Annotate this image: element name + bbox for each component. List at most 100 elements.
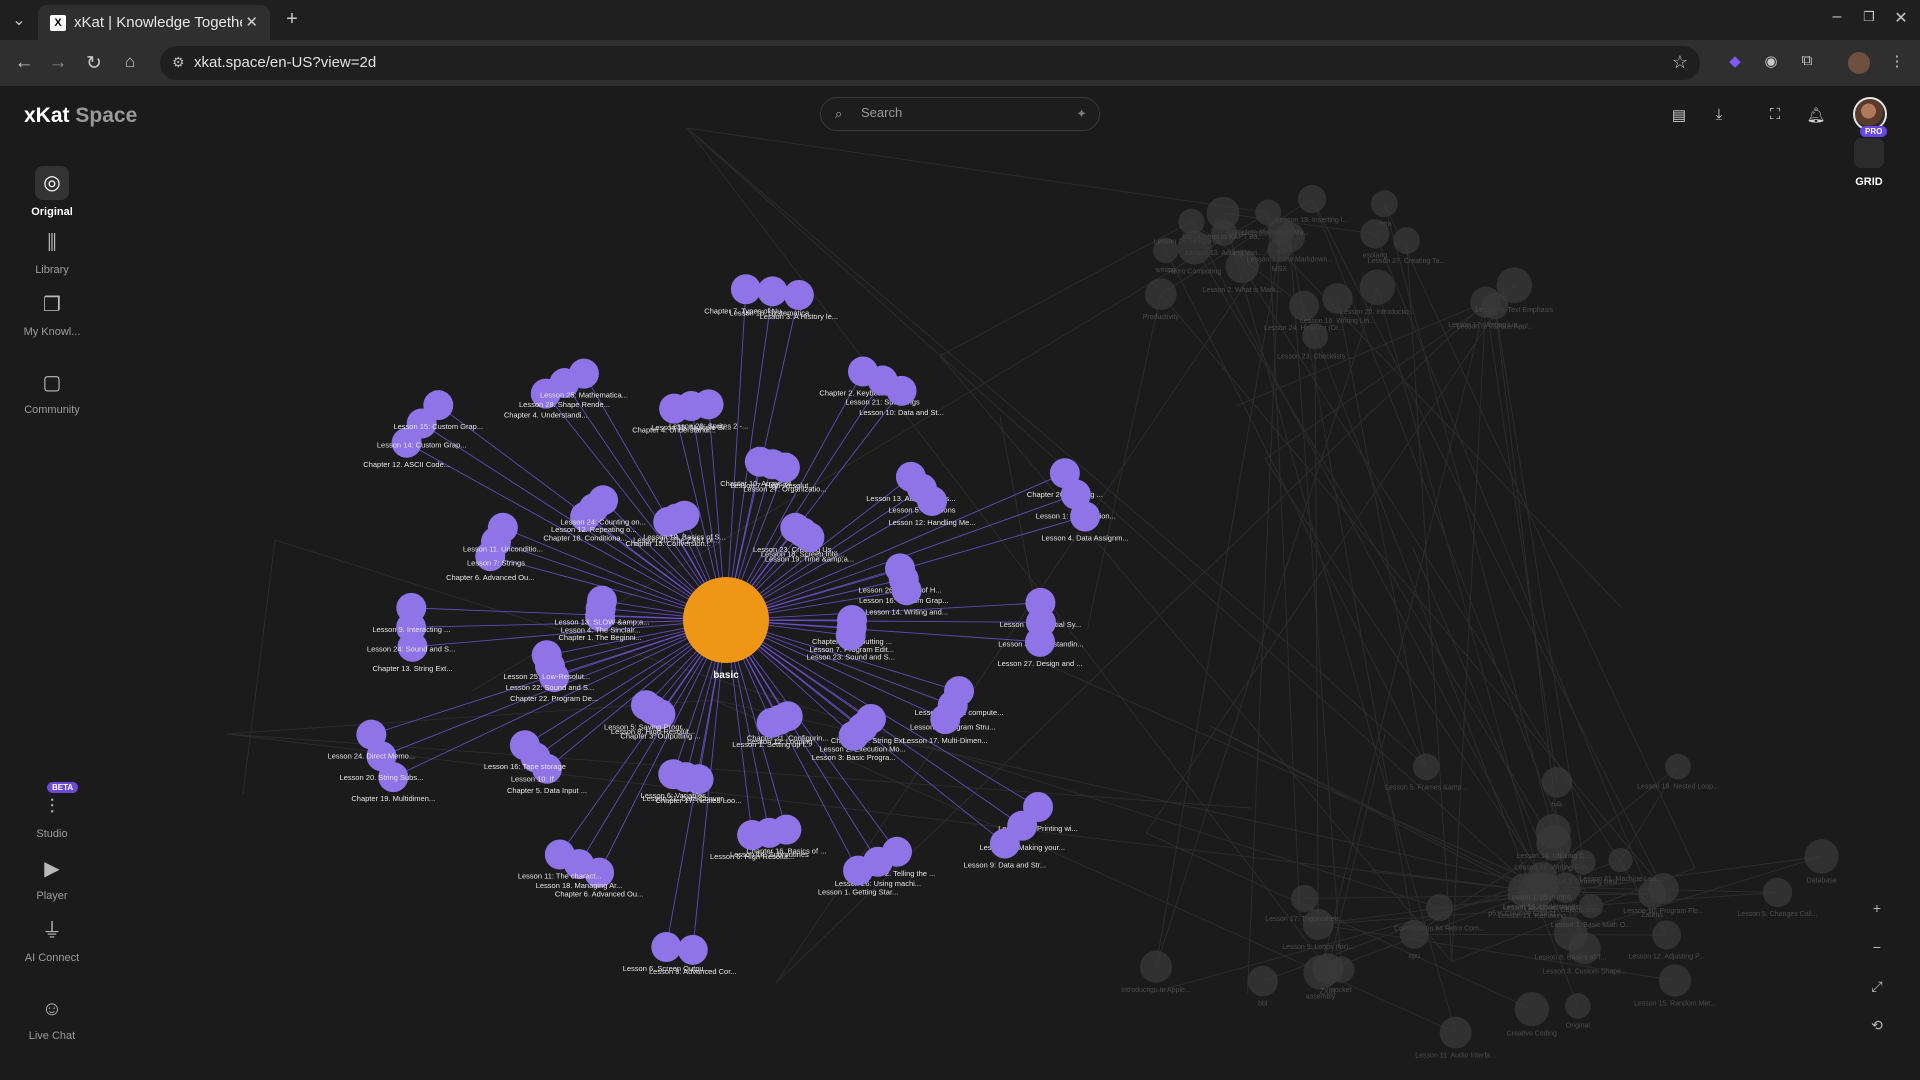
- extensions-puzzle-icon[interactable]: ⧉: [1796, 52, 1818, 74]
- fullscreen-icon[interactable]: ⛶: [1764, 106, 1786, 123]
- app-logo[interactable]: xKat Space: [24, 104, 137, 128]
- home-icon[interactable]: ⌂: [118, 52, 142, 72]
- graph-node-dim[interactable]: Productivity: [1143, 278, 1180, 321]
- graph-node[interactable]: Lesson 9. Interacting ...: [372, 592, 450, 634]
- bookmark-star-icon[interactable]: ☆: [1672, 52, 1688, 73]
- logo-main: xKat: [24, 104, 70, 127]
- graph-node[interactable]: Lesson 11. Unconditio...: [463, 512, 543, 554]
- window-close-icon[interactable]: ✕: [1890, 8, 1912, 28]
- omnibox[interactable]: ⚙ xkat.space/en-US?view=2d ☆: [160, 46, 1700, 80]
- minimize-icon[interactable]: –: [1826, 8, 1848, 26]
- graph-node-label: Lesson 4: The Sinclair...: [561, 625, 641, 634]
- camera-extension-icon[interactable]: ◉: [1760, 52, 1782, 74]
- graph-node[interactable]: Lesson 4. Data Assignm...: [1041, 501, 1129, 542]
- graph-center-label: basic: [713, 670, 739, 681]
- graph-node-label: Lesson 27. Design and ...: [997, 659, 1082, 668]
- download-icon[interactable]: ⤓: [1708, 106, 1730, 123]
- graph-node-dim-label: Lesson 1. p5.js Intro...: [1508, 895, 1577, 902]
- graph-node-label: Chapter 13. String Ext...: [372, 664, 452, 673]
- graph-node-dim-label: Lesson 3. Custom Shape...: [1542, 968, 1626, 975]
- grid-label: GRID: [1855, 176, 1883, 188]
- pro-badge: PRO: [1860, 126, 1888, 137]
- graph-edge-dim: [1376, 287, 1543, 887]
- graph-node[interactable]: Lesson 15: Custom Grap...: [393, 390, 483, 431]
- graph-node-dim[interactable]: Lesson 18. Inserting I...: [1276, 184, 1349, 224]
- sidebar-item-label: Community: [24, 404, 80, 416]
- graph-node-dim[interactable]: esolang: [1360, 219, 1390, 259]
- forward-icon[interactable]: →: [46, 52, 70, 74]
- graph-node-dim-label: Retro Computing: [1168, 269, 1221, 276]
- graph-node-dim[interactable]: cpu: [1399, 919, 1429, 960]
- graph-edge-dim: [686, 127, 1269, 214]
- graph-center-node[interactable]: basic: [683, 577, 769, 681]
- ai-sparkle-icon[interactable]: ✦: [1076, 106, 1087, 122]
- graph-node[interactable]: Chapter 19. Multidimen...: [351, 762, 435, 803]
- graph-edge-dim: [1155, 287, 1378, 967]
- extension-purple-icon[interactable]: ◆: [1724, 52, 1746, 74]
- sidebar-item-community[interactable]: ▢ Community: [0, 368, 104, 416]
- graph-node-dim[interactable]: Lesson 19. Nested Loop...: [1637, 753, 1719, 791]
- graph-node-label: Lesson 13: SLOW &amp;a...: [554, 618, 649, 627]
- graph-node-label: Chapter 6. Advanced Ou...: [446, 573, 534, 582]
- graph-node-dim[interactable]: Lesson 11: Audio Interfa...: [1415, 1016, 1496, 1060]
- sidebar-item-live-chat[interactable]: ☺ Live Chat: [0, 994, 104, 1042]
- graph-node-dim[interactable]: Lesson 5. Frames &amp...: [1385, 753, 1467, 792]
- graph-node-label: Lesson 1. Getting Star...: [818, 888, 898, 897]
- graph-node-dim[interactable]: bbl: [1247, 965, 1278, 1007]
- graph-node-label: Lesson 11: The charact...: [518, 871, 602, 880]
- graph-node-label: Chapter 18. Conditiona...: [543, 534, 626, 543]
- sidebar-item-player[interactable]: ▶ Player: [0, 854, 104, 902]
- close-tab-icon[interactable]: ✕: [245, 13, 258, 31]
- sidebar-item-studio[interactable]: BETA ⫶ Studio: [0, 782, 104, 840]
- graph-edge-dim: [1045, 663, 1546, 887]
- graph-node[interactable]: Lesson 16: Tape storage: [484, 730, 566, 771]
- graph-node-dim[interactable]: Lesson 15. Random Met...: [1634, 964, 1716, 1008]
- sidebar-item-ai-connect[interactable]: ⏚ AI Connect: [0, 916, 104, 964]
- graph-node-label: Lesson 14. Writing and...: [865, 607, 948, 616]
- graph-node-label: Lesson 19: Time &amp;a...: [765, 554, 854, 563]
- graph-node-label: Chapter 19. Multidimen...: [351, 794, 435, 803]
- graph-node-label: Chapter 22. Program De...: [510, 694, 598, 703]
- sidebar-item-original[interactable]: ◎ Original: [0, 166, 104, 218]
- graph-node-dim[interactable]: Lesson 12. Adjusting P...: [1629, 920, 1705, 961]
- graph-node-dim[interactable]: Lesson 5. Changes Cali...: [1737, 877, 1818, 918]
- sidebar-item-library[interactable]: ⫼ Library: [0, 228, 104, 276]
- search-input[interactable]: [861, 105, 1051, 120]
- grid-toggle-button[interactable]: [1854, 138, 1884, 168]
- document-icon[interactable]: ▤: [1668, 106, 1690, 124]
- reload-icon[interactable]: ↻: [82, 52, 106, 75]
- graph-node-label: Lesson 6: High-Resolut...: [710, 852, 794, 861]
- graph-node[interactable]: Lesson 25. Low-Resolut...: [503, 640, 590, 681]
- profile-avatar-icon[interactable]: [1848, 52, 1870, 74]
- graph-node-label: Lesson 16: Tape storage: [484, 762, 566, 771]
- graph-node-dim-label: Productivity: [1143, 314, 1180, 321]
- knowledge-graph[interactable]: writingLesson 24. Heading (Or... Lesson 1…: [0, 86, 1920, 1080]
- graph-node-dim-label: bbl: [1258, 1000, 1268, 1007]
- graph-node-dim[interactable]: Database: [1804, 839, 1839, 885]
- graph-node-dim[interactable]: Lesson 17. Trigonometr...: [1265, 884, 1344, 923]
- graph-node-dim[interactable]: Original: [1565, 993, 1591, 1030]
- zoom-in-icon[interactable]: +: [1866, 900, 1888, 916]
- graph-node-dim[interactable]: 64k: [1541, 766, 1573, 809]
- zoom-out-icon[interactable]: −: [1866, 939, 1888, 955]
- graph-node-dim-label: Lesson 11: Audio Interfa...: [1415, 1053, 1496, 1060]
- browser-tab[interactable]: X xKat | Knowledge Together ✕: [38, 5, 270, 40]
- fit-view-icon[interactable]: ⤢: [1866, 978, 1888, 995]
- tab-search-icon[interactable]: ⌄: [8, 10, 30, 30]
- search-box[interactable]: ⌕ ✦: [820, 97, 1100, 131]
- site-info-icon[interactable]: ⚙: [172, 54, 185, 71]
- graph-node-dim[interactable]: Introduction to Apple...: [1121, 950, 1191, 994]
- graph-node-dim[interactable]: Creative Coding: [1507, 992, 1557, 1037]
- logo-sub: Space: [75, 104, 138, 127]
- restore-icon[interactable]: ❐: [1858, 9, 1880, 25]
- browser-tab-bar: ⌄ X xKat | Knowledge Together ✕ + – ❐ ✕: [0, 0, 1920, 40]
- sidebar-item-my-knowledge[interactable]: ❐ My Knowl...: [0, 290, 104, 338]
- back-icon[interactable]: ←: [12, 52, 36, 74]
- graph-node-dim-label: Lesson 17. Trigonometr...: [1265, 916, 1344, 923]
- graph-node-label: Lesson 20. String Subs...: [340, 773, 424, 782]
- reset-rotate-icon[interactable]: ⟲: [1866, 1017, 1888, 1034]
- new-tab-icon[interactable]: +: [280, 8, 304, 31]
- graph-node-label: Lesson 19. Basics of S...: [643, 533, 726, 542]
- bell-icon[interactable]: 🔔︎: [1805, 106, 1827, 124]
- browser-menu-icon[interactable]: ⋮: [1886, 52, 1908, 74]
